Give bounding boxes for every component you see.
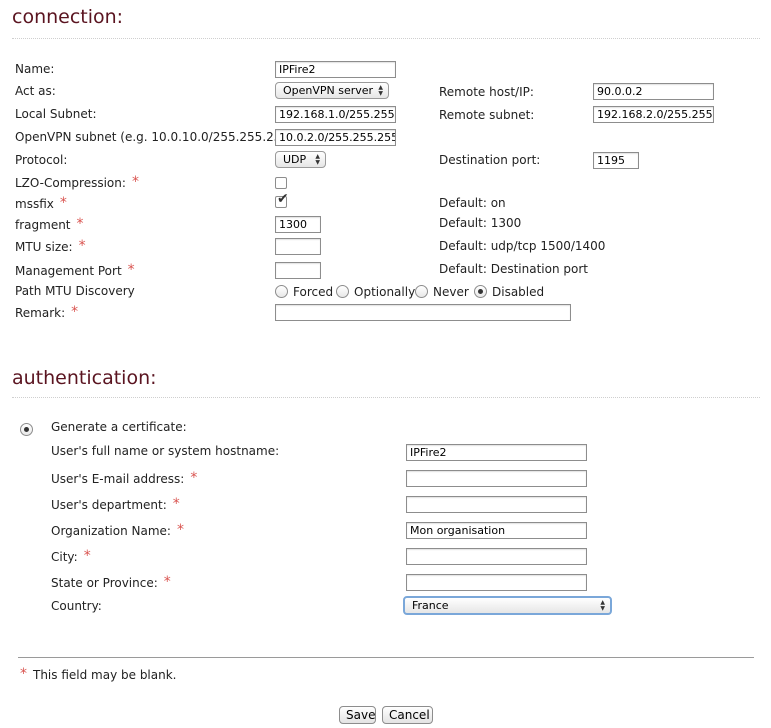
fragment-input[interactable]: 1300 [275,216,321,233]
remote-host-input[interactable]: 90.0.0.2 [593,83,714,100]
pmtu-radio-forced[interactable] [275,285,288,298]
mssfix-label: mssfix * [15,195,67,211]
pmtu-radio-disabled[interactable] [474,285,487,298]
authentication-heading: authentication: [12,367,157,389]
city-input[interactable] [406,548,587,565]
name-input[interactable]: IPFire2 [275,61,396,78]
optional-star-icon: * [83,548,91,564]
department-input[interactable] [406,496,587,513]
state-label: State or Province: * [51,574,171,590]
city-label-text: City: [51,550,78,564]
country-value: France [412,599,449,612]
destination-port-input[interactable]: 1195 [593,152,639,169]
optional-star-icon: * [127,262,135,278]
updown-arrows-icon: ▲ ▼ [315,153,320,166]
full-name-label: User's full name or system hostname: [51,444,280,458]
mssfix-label-text: mssfix [15,197,54,211]
mtu-label: MTU size: * [15,238,86,254]
act-as-value: OpenVPN server [283,84,374,97]
local-subnet-input[interactable]: 192.168.1.0/255.255 [275,106,396,123]
mtu-input[interactable] [275,238,321,255]
openvpn-subnet-input[interactable]: 10.0.2.0/255.255.255 [275,129,396,146]
generate-certificate-label: Generate a certificate: [51,420,187,434]
cancel-button[interactable]: Cancel [382,706,433,724]
remark-label: Remark: * [15,304,79,320]
updown-arrows-icon: ▲ ▼ [378,84,383,97]
optional-star-icon: * [20,666,27,682]
management-port-input[interactable] [275,262,321,279]
generate-certificate-radio[interactable] [20,423,33,436]
pmtu-option-never: Never [433,285,469,299]
fragment-label: fragment * [15,216,84,232]
organization-label-text: Organization Name: [51,524,171,538]
email-label-text: User's E-mail address: [51,472,185,486]
full-name-input[interactable]: IPFire2 [406,444,587,461]
organization-label: Organization Name: * [51,522,184,538]
mtu-label-text: MTU size: [15,240,73,254]
remark-input[interactable] [275,304,571,321]
pmtu-radio-never[interactable] [415,285,428,298]
fragment-label-text: fragment [15,218,71,232]
act-as-label: Act as: [15,84,56,98]
fragment-default: Default: 1300 [439,216,522,230]
optional-star-icon: * [172,496,180,512]
mtu-default: Default: udp/tcp 1500/1400 [439,239,606,253]
optional-star-icon: * [71,304,79,320]
connection-divider [12,38,760,39]
save-button[interactable]: Save [339,706,376,724]
pmtu-option-disabled: Disabled [492,285,545,299]
city-label: City: * [51,548,91,564]
remote-subnet-label: Remote subnet: [439,108,535,122]
department-label-text: User's department: [51,498,167,512]
management-port-label-text: Management Port [15,264,122,278]
mssfix-checkbox[interactable]: ✔ [275,191,289,208]
blank-field-note: * This field may be blank. [20,666,177,682]
protocol-value: UDP [283,153,307,166]
footer-divider [18,657,754,658]
optional-star-icon: * [131,174,139,190]
optional-star-icon: * [190,470,198,486]
state-label-text: State or Province: [51,576,158,590]
blank-field-note-text: This field may be blank. [33,668,177,682]
department-label: User's department: * [51,496,180,512]
protocol-label: Protocol: [15,153,68,167]
authentication-divider [12,397,760,398]
pmtu-label: Path MTU Discovery [15,284,135,298]
protocol-select[interactable]: UDP ▲ ▼ [275,151,326,168]
mssfix-default: Default: on [439,196,506,210]
connection-heading: connection: [12,6,124,28]
pmtu-option-optionally: Optionally [354,285,416,299]
pmtu-option-forced: Forced [293,285,334,299]
management-port-label: Management Port * [15,262,135,278]
lzo-label-text: LZO-Compression: [15,176,126,190]
checkmark-icon: ✔ [277,191,289,207]
lzo-checkbox[interactable] [275,177,287,189]
country-label: Country: [51,599,102,613]
email-label: User's E-mail address: * [51,470,198,486]
remote-host-label: Remote host/IP: [439,85,534,99]
country-select[interactable]: France ▲ ▼ [403,596,612,615]
organization-input[interactable]: Mon organisation [406,522,587,539]
act-as-select[interactable]: OpenVPN server ▲ ▼ [275,82,389,99]
updown-arrows-icon: ▲ ▼ [600,599,605,612]
pmtu-radio-optionally[interactable] [336,285,349,298]
name-label: Name: [15,62,55,76]
local-subnet-label: Local Subnet: [15,107,97,121]
lzo-label: LZO-Compression: * [15,174,139,190]
openvpn-subnet-label: OpenVPN subnet (e.g. 10.0.10.0/255.255.2… [15,130,306,144]
state-input[interactable] [406,574,587,591]
remark-label-text: Remark: [15,306,66,320]
management-port-default: Default: Destination port [439,262,588,276]
email-input[interactable] [406,470,587,487]
optional-star-icon: * [163,574,171,590]
optional-star-icon: * [176,522,184,538]
optional-star-icon: * [78,238,86,254]
remote-subnet-input[interactable]: 192.168.2.0/255.255 [593,106,714,123]
optional-star-icon: * [59,195,67,211]
optional-star-icon: * [76,216,84,232]
destination-port-label: Destination port: [439,153,541,167]
